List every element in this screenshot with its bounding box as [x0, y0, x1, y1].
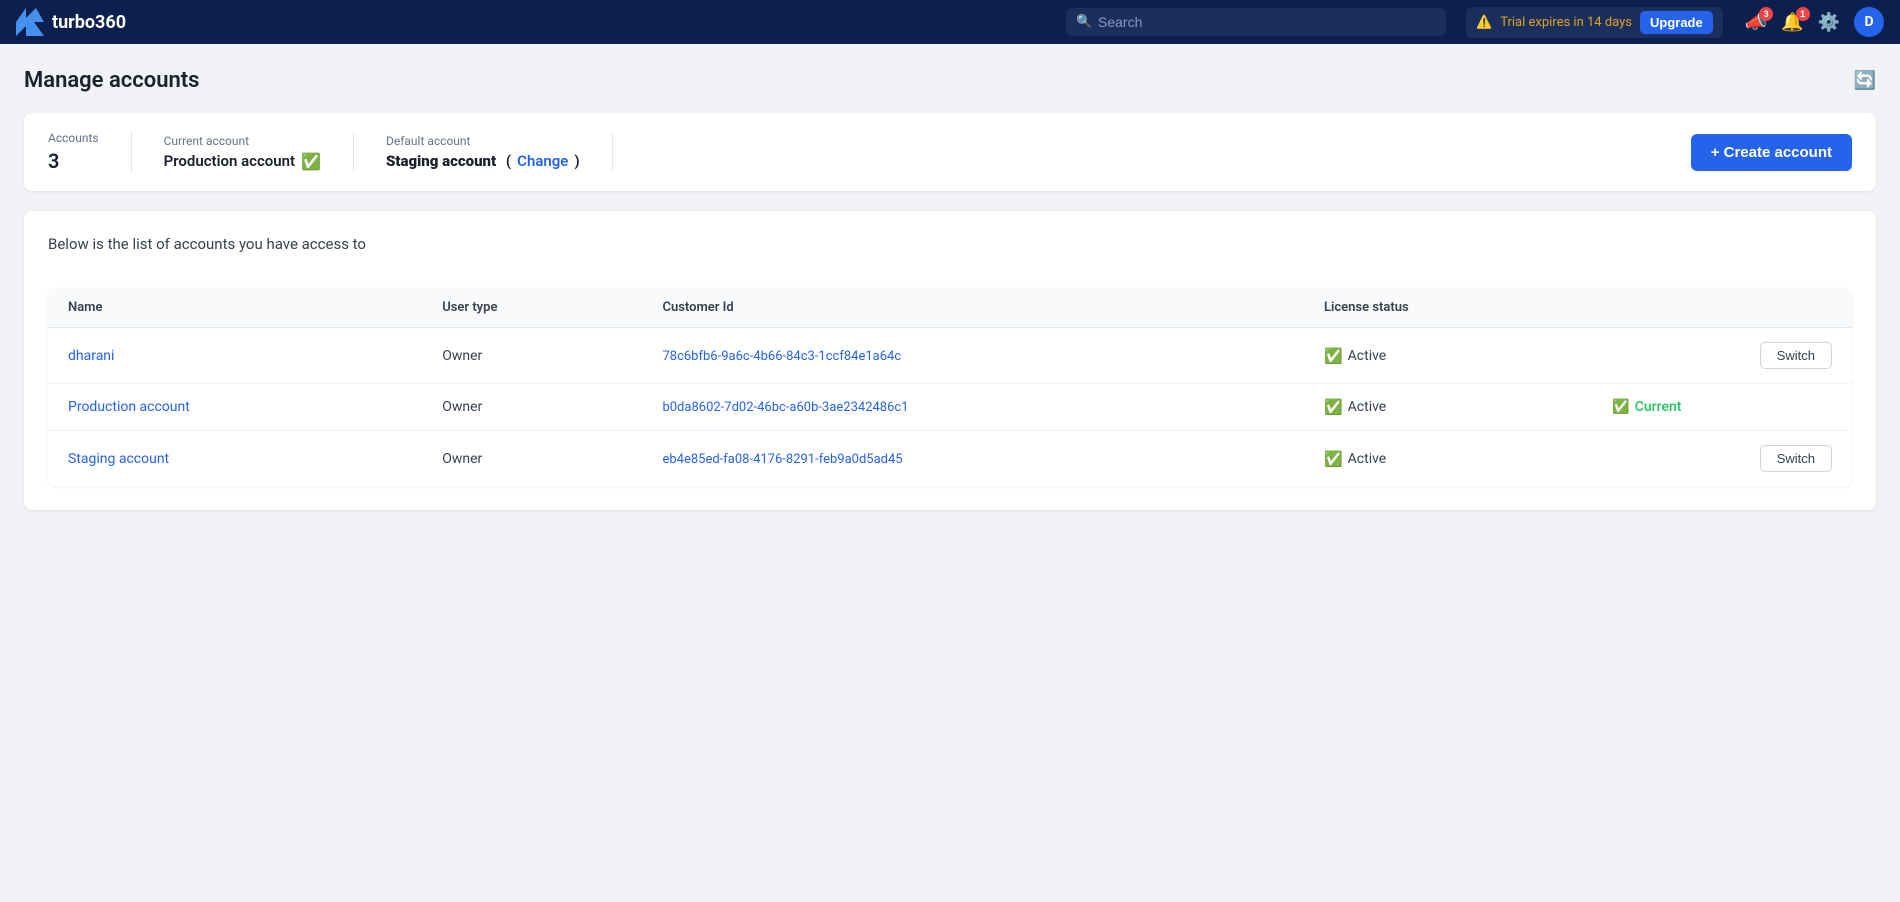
- alerts-badge: 1: [1796, 7, 1810, 21]
- user-type-cell: Owner: [422, 384, 642, 431]
- user-type-cell: Owner: [422, 431, 642, 487]
- alerts-button[interactable]: 🔔 1: [1781, 12, 1803, 33]
- search-input[interactable]: [1066, 8, 1446, 36]
- current-indicator: ✅ Current: [1612, 399, 1832, 415]
- switch-button[interactable]: Switch: [1760, 445, 1832, 472]
- license-status-cell: ✅ Active: [1304, 384, 1592, 431]
- col-action: [1592, 288, 1852, 328]
- table-row: dharani Owner78c6bfb6-9a6c-4b66-84c3-1ccf…: [48, 328, 1852, 384]
- status-check-icon: ✅: [1324, 398, 1343, 416]
- switch-button[interactable]: Switch: [1760, 342, 1832, 369]
- table-body: dharani Owner78c6bfb6-9a6c-4b66-84c3-1ccf…: [48, 328, 1852, 487]
- status-check-icon: ✅: [1324, 450, 1343, 468]
- customer-id-cell: eb4e85ed-fa08-4176-8291-feb9a0d5ad45: [642, 431, 1304, 487]
- status-text: Active: [1348, 348, 1387, 364]
- user-type-cell: Owner: [422, 328, 642, 384]
- search-icon: 🔍: [1076, 15, 1092, 30]
- app-header: turbo360 🔍 ⚠️ Trial expires in 14 days U…: [0, 0, 1900, 44]
- accounts-table-wrapper: Name User type Customer Id License statu…: [48, 288, 1852, 486]
- current-check-icon: ✅: [301, 152, 321, 171]
- logo-text: turbo360: [52, 12, 126, 33]
- page-title: Manage accounts: [24, 68, 199, 93]
- table-row: Staging account Ownereb4e85ed-fa08-4176-8…: [48, 431, 1852, 487]
- accounts-label: Accounts: [48, 131, 99, 145]
- table-row: Production account Ownerb0da8602-7d02-46b…: [48, 384, 1852, 431]
- notifications-button[interactable]: 📣 3: [1745, 12, 1767, 33]
- page-header: Manage accounts 🔄: [24, 68, 1876, 93]
- license-status-cell: ✅ Active: [1304, 431, 1592, 487]
- info-bar: Accounts 3 Current account Production ac…: [24, 113, 1876, 191]
- col-name: Name: [48, 288, 422, 328]
- current-account-section: Current account Production account ✅: [164, 134, 354, 171]
- header-icons: 📣 3 🔔 1 ⚙️ D: [1745, 7, 1884, 37]
- customer-id-cell: b0da8602-7d02-46bc-a60b-3ae2342486c1: [642, 384, 1304, 431]
- change-default-link[interactable]: Change: [517, 152, 568, 170]
- user-avatar[interactable]: D: [1854, 7, 1884, 37]
- page-content: Manage accounts 🔄 Accounts 3 Current acc…: [0, 44, 1900, 534]
- warning-icon: ⚠️: [1476, 15, 1492, 30]
- customer-id-cell: 78c6bfb6-9a6c-4b66-84c3-1ccf84e1a64c: [642, 328, 1304, 384]
- account-name-link[interactable]: Staging account: [68, 451, 169, 467]
- default-account-label: Default account: [386, 134, 580, 148]
- current-account-label: Current account: [164, 134, 321, 148]
- subheader-text: Below is the list of accounts you have a…: [48, 235, 1852, 253]
- accounts-count-section: Accounts 3: [48, 131, 132, 173]
- account-name-link[interactable]: Production account: [68, 399, 190, 415]
- logo[interactable]: turbo360: [16, 8, 126, 36]
- create-account-button[interactable]: + Create account: [1691, 134, 1852, 171]
- refresh-button[interactable]: 🔄: [1854, 70, 1876, 91]
- accounts-value: 3: [48, 149, 99, 173]
- action-cell: Switch: [1592, 328, 1852, 384]
- status-text: Active: [1348, 399, 1387, 415]
- default-account-value: Staging account (Change): [386, 152, 580, 170]
- status-text: Active: [1348, 451, 1387, 467]
- main-panel: Below is the list of accounts you have a…: [24, 211, 1876, 510]
- default-account-section: Default account Staging account (Change): [386, 134, 613, 170]
- upgrade-button[interactable]: Upgrade: [1640, 11, 1713, 34]
- current-check-icon: ✅: [1612, 399, 1629, 415]
- col-user-type: User type: [422, 288, 642, 328]
- refresh-icon: 🔄: [1854, 70, 1876, 90]
- search-container: 🔍: [1066, 8, 1446, 36]
- logo-icon: [16, 8, 44, 36]
- trial-text: Trial expires in 14 days: [1500, 15, 1632, 30]
- gear-icon: ⚙️: [1818, 12, 1840, 33]
- table-header: Name User type Customer Id License statu…: [48, 288, 1852, 328]
- notifications-badge: 3: [1759, 7, 1773, 21]
- trial-badge: ⚠️ Trial expires in 14 days Upgrade: [1466, 7, 1723, 38]
- action-cell: ✅ Current: [1592, 384, 1852, 431]
- action-cell: Switch: [1592, 431, 1852, 487]
- current-account-value: Production account ✅: [164, 152, 321, 171]
- account-name-link[interactable]: dharani: [68, 348, 114, 364]
- status-check-icon: ✅: [1324, 347, 1343, 365]
- col-customer-id: Customer Id: [642, 288, 1304, 328]
- current-label: Current: [1635, 399, 1682, 415]
- license-status-cell: ✅ Active: [1304, 328, 1592, 384]
- accounts-table: Name User type Customer Id License statu…: [48, 288, 1852, 486]
- col-license-status: License status: [1304, 288, 1592, 328]
- settings-button[interactable]: ⚙️: [1818, 12, 1840, 33]
